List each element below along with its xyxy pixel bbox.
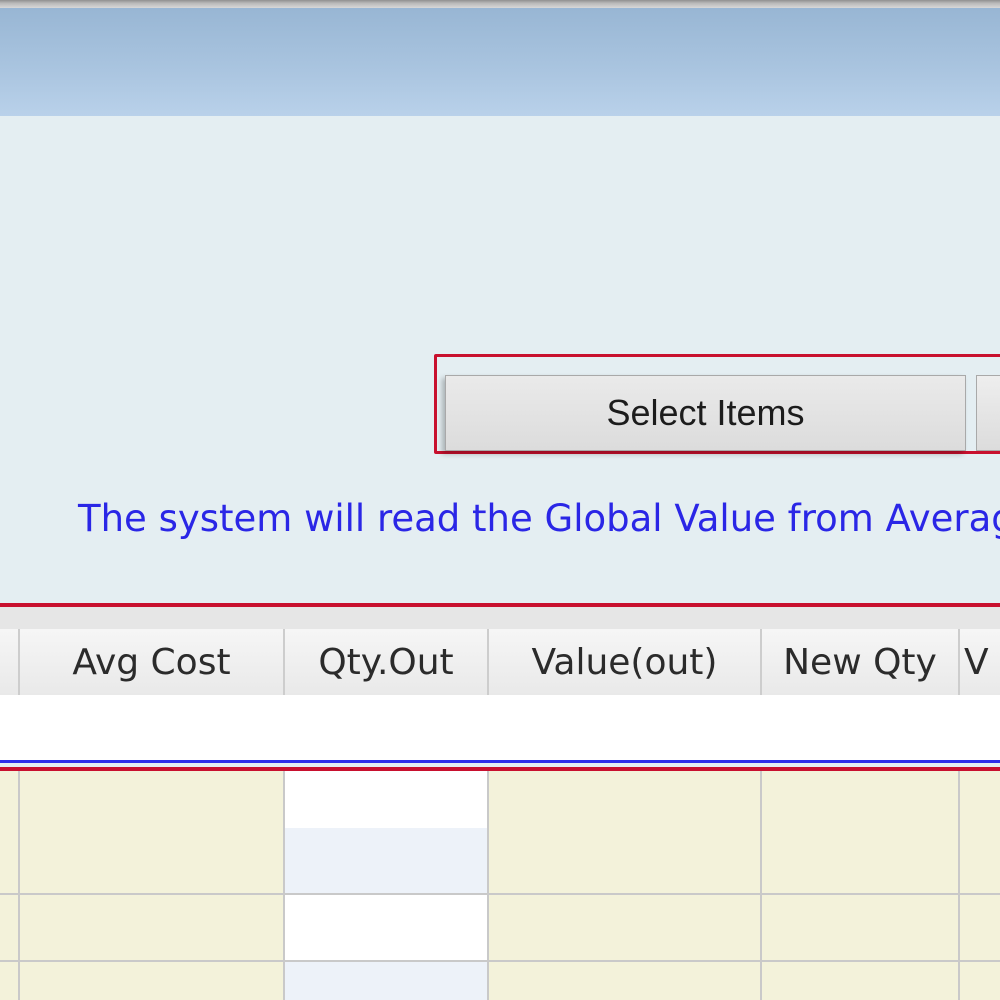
avg-cost-cell xyxy=(20,771,285,836)
global-value-note: The system will read the Global Value fr… xyxy=(78,497,1000,540)
qty-out-cell[interactable] xyxy=(285,962,489,1000)
qty-out-cell[interactable] xyxy=(285,828,489,893)
grid-cell xyxy=(0,828,20,893)
qty-out-cell[interactable] xyxy=(285,771,489,836)
new-qty-cell xyxy=(762,895,960,960)
new-qty-cell xyxy=(762,771,960,836)
grid-cell xyxy=(0,771,20,836)
new-qty-cell xyxy=(762,962,960,1000)
adjacent-button[interactable] xyxy=(976,375,1000,451)
grid-toolbar-gap xyxy=(0,607,1000,630)
value-cell xyxy=(960,962,1000,1000)
column-header-new-qty[interactable]: New Qty xyxy=(762,629,960,695)
value-cell xyxy=(960,828,1000,893)
value-out-cell xyxy=(489,771,762,836)
table-row[interactable] xyxy=(0,895,1000,962)
avg-cost-cell xyxy=(20,828,285,893)
table-row[interactable] xyxy=(0,828,1000,895)
value-cell xyxy=(960,771,1000,836)
grid-cell xyxy=(0,962,20,1000)
grid-filter-row[interactable] xyxy=(0,695,1000,760)
select-items-button[interactable]: Select Items xyxy=(445,375,966,451)
column-header-value-out[interactable]: Value(out) xyxy=(489,629,762,695)
qty-out-cell[interactable] xyxy=(285,895,489,960)
column-header-avg-cost[interactable]: Avg Cost xyxy=(20,629,285,695)
new-qty-cell xyxy=(762,828,960,893)
grid-data-area xyxy=(0,771,1000,1000)
table-row[interactable] xyxy=(0,962,1000,1000)
value-out-cell xyxy=(489,895,762,960)
value-out-cell xyxy=(489,962,762,1000)
grid-cell xyxy=(0,895,20,960)
value-out-cell xyxy=(489,828,762,893)
value-cell xyxy=(960,895,1000,960)
column-header-hidden[interactable] xyxy=(0,629,20,695)
window-frame-top xyxy=(0,0,1000,8)
avg-cost-cell xyxy=(20,895,285,960)
column-header-value[interactable]: V xyxy=(960,629,1000,695)
item-transfer-window: Select Items The system will read the Gl… xyxy=(0,0,1000,1000)
filter-row-underline xyxy=(0,760,1000,763)
window-title-bar xyxy=(0,8,1000,116)
avg-cost-cell xyxy=(20,962,285,1000)
column-header-qty-out[interactable]: Qty.Out xyxy=(285,629,489,695)
grid-header-row: Avg Cost Qty.Out Value(out) New Qty V xyxy=(0,629,1000,696)
